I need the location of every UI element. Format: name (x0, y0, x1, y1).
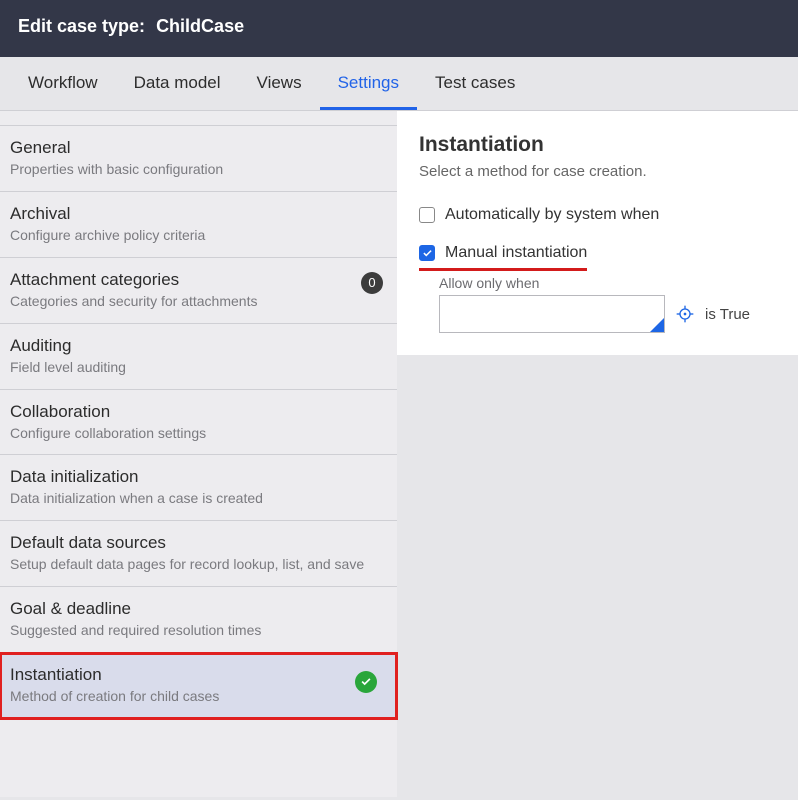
allow-condition-input[interactable] (439, 295, 665, 333)
allow-row: is True (439, 295, 776, 333)
panel-subtitle: Select a method for case creation. (419, 163, 776, 180)
sidebar-item-instantiation[interactable]: Instantiation Method of creation for chi… (0, 653, 397, 719)
sidebar-item-title: Collaboration (10, 402, 387, 422)
option-manual-instantiation[interactable]: Manual instantiation (419, 244, 587, 271)
sidebar-item-sub: Categories and security for attachments (10, 292, 387, 311)
sidebar-item-sub: Setup default data pages for record look… (10, 555, 387, 574)
sidebar-item-auditing[interactable]: Auditing Field level auditing (0, 324, 397, 390)
page-header: Edit case type: ChildCase (0, 0, 798, 57)
checkbox-auto[interactable] (419, 207, 435, 223)
tab-settings[interactable]: Settings (320, 57, 417, 110)
sidebar-item-title: Instantiation (10, 665, 387, 685)
option-label: Manual instantiation (445, 244, 587, 262)
sidebar-item-title: General (10, 138, 387, 158)
sidebar-item-attachment-categories[interactable]: Attachment categories Categories and sec… (0, 258, 397, 324)
header-case-name: ChildCase (156, 16, 244, 36)
sidebar-item-sub: Configure archive policy criteria (10, 226, 387, 245)
body: General Properties with basic configurat… (0, 111, 798, 797)
settings-content: Instantiation Select a method for case c… (397, 111, 798, 355)
sidebar-item-archival[interactable]: Archival Configure archive policy criter… (0, 192, 397, 258)
allow-only-when-section: Allow only when is True (439, 275, 776, 333)
count-badge: 0 (361, 272, 383, 294)
sidebar-item-title: Attachment categories (10, 270, 387, 290)
settings-sidebar: General Properties with basic configurat… (0, 111, 397, 797)
tab-test-cases[interactable]: Test cases (417, 57, 533, 110)
sidebar-item-sub: Configure collaboration settings (10, 424, 387, 443)
sidebar-item-sub: Data initialization when a case is creat… (10, 489, 387, 508)
allow-label: Allow only when (439, 275, 776, 291)
sidebar-item-sub: Method of creation for child cases (10, 687, 387, 706)
sidebar-item-data-initialization[interactable]: Data initialization Data initialization … (0, 455, 397, 521)
sidebar-item-sub: Suggested and required resolution times (10, 621, 387, 640)
sidebar-item-sub: Field level auditing (10, 358, 387, 377)
tab-views[interactable]: Views (239, 57, 320, 110)
checkbox-manual[interactable] (419, 245, 435, 261)
sidebar-item-sub: Properties with basic configuration (10, 160, 387, 179)
option-auto-by-system[interactable]: Automatically by system when (419, 206, 776, 224)
sidebar-item-title: Default data sources (10, 533, 387, 553)
option-label: Automatically by system when (445, 206, 659, 224)
sidebar-item-default-data-sources[interactable]: Default data sources Setup default data … (0, 521, 397, 587)
sidebar-item-title: Auditing (10, 336, 387, 356)
sidebar-item-general[interactable]: General Properties with basic configurat… (0, 125, 397, 192)
sidebar-item-title: Goal & deadline (10, 599, 387, 619)
sidebar-item-title: Archival (10, 204, 387, 224)
tab-workflow[interactable]: Workflow (10, 57, 116, 110)
check-icon (355, 671, 377, 693)
is-true-label: is True (705, 306, 750, 323)
content-lower-bg (397, 355, 798, 797)
crosshair-icon[interactable] (675, 304, 695, 324)
tab-data-model[interactable]: Data model (116, 57, 239, 110)
tab-bar: Workflow Data model Views Settings Test … (0, 57, 798, 111)
sidebar-item-title: Data initialization (10, 467, 387, 487)
sidebar-item-collaboration[interactable]: Collaboration Configure collaboration se… (0, 390, 397, 456)
sidebar-item-goal-deadline[interactable]: Goal & deadline Suggested and required r… (0, 587, 397, 653)
panel-title: Instantiation (419, 133, 776, 157)
header-label: Edit case type: (18, 16, 145, 36)
